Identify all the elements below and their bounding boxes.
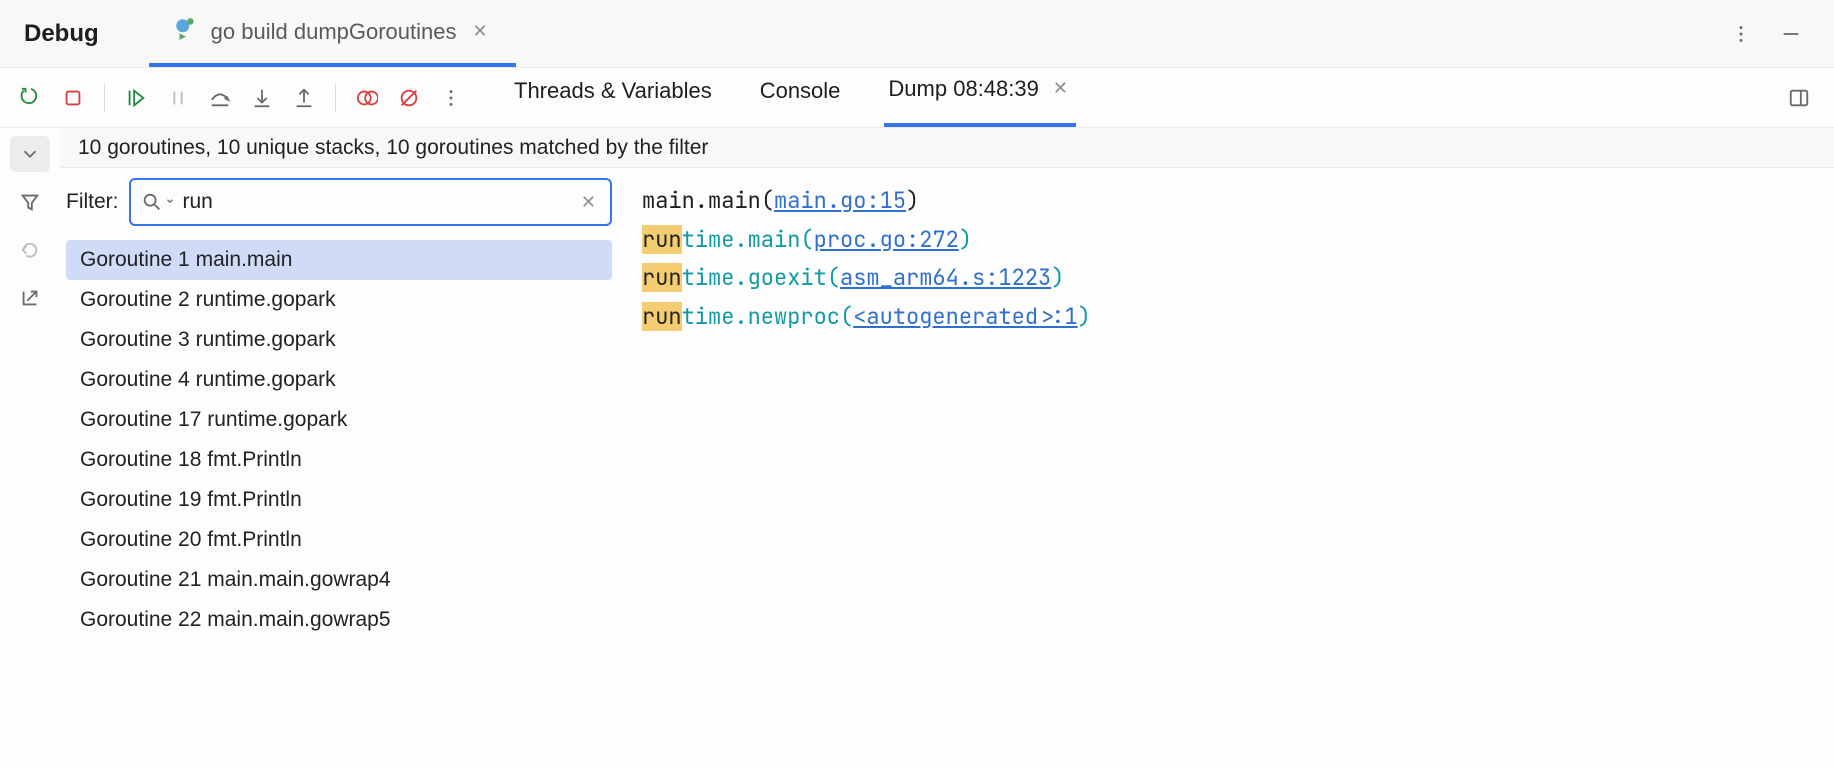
tab-console[interactable]: Console bbox=[756, 68, 845, 127]
step-into-icon[interactable] bbox=[251, 87, 273, 109]
close-icon[interactable]: ✕ bbox=[469, 21, 492, 42]
rerun-icon[interactable] bbox=[20, 87, 42, 109]
toolbar-left bbox=[0, 84, 462, 112]
step-over-icon[interactable] bbox=[209, 87, 231, 109]
goroutine-item[interactable]: Goroutine 17 runtime.gopark bbox=[66, 400, 612, 440]
stack-frame: main.main(main.go:15) bbox=[642, 182, 1814, 221]
view-breakpoints-icon[interactable] bbox=[356, 87, 378, 109]
panes: Filter: ✕ Goroutine 1 main.main bbox=[60, 168, 1834, 768]
goroutine-item[interactable]: Goroutine 19 fmt.Println bbox=[66, 480, 612, 520]
step-out-icon[interactable] bbox=[293, 87, 315, 109]
stack-fn: time.goexit bbox=[682, 263, 827, 292]
more-actions-icon[interactable] bbox=[440, 87, 462, 109]
goroutine-item[interactable]: Goroutine 4 runtime.gopark bbox=[66, 360, 612, 400]
source-link[interactable]: main.go:15 bbox=[774, 186, 906, 215]
run-config-tab[interactable]: go build dumpGoroutines ✕ bbox=[149, 0, 516, 67]
stop-icon[interactable] bbox=[62, 87, 84, 109]
minimize-icon[interactable] bbox=[1780, 23, 1802, 45]
separator bbox=[104, 84, 105, 112]
resume-icon[interactable] bbox=[125, 87, 147, 109]
stack-frame: runtime.main(proc.go:272) bbox=[642, 221, 1814, 260]
layout-icon[interactable] bbox=[1788, 87, 1810, 109]
goroutine-item[interactable]: Goroutine 18 fmt.Println bbox=[66, 440, 612, 480]
goroutine-item[interactable]: Goroutine 1 main.main bbox=[66, 240, 612, 280]
stack-fn: time.main bbox=[682, 225, 801, 254]
stack-frame: runtime.newproc(<autogenerated>:1) bbox=[642, 298, 1814, 337]
main-area: 10 goroutines, 10 unique stacks, 10 goro… bbox=[60, 128, 1834, 768]
clear-filter-icon[interactable]: ✕ bbox=[577, 192, 600, 213]
source-link[interactable]: asm_arm64.s:1223 bbox=[840, 263, 1051, 292]
match-highlight: run bbox=[642, 263, 682, 292]
goroutine-item[interactable]: Goroutine 3 runtime.gopark bbox=[66, 320, 612, 360]
tab-dump-label: Dump 08:48:39 bbox=[888, 76, 1038, 102]
source-link[interactable]: <autogenerated>:1 bbox=[853, 302, 1077, 331]
panel-title: Debug bbox=[24, 20, 99, 48]
go-run-icon bbox=[173, 16, 199, 47]
pause-icon[interactable] bbox=[167, 87, 189, 109]
match-highlight: run bbox=[642, 302, 682, 331]
run-config-label: go build dumpGoroutines bbox=[211, 19, 457, 45]
search-options-chevron-icon[interactable] bbox=[165, 193, 175, 211]
top-right-controls bbox=[1730, 23, 1834, 45]
content-tabs: Threads & Variables Console Dump 08:48:3… bbox=[510, 68, 1076, 127]
match-highlight: run bbox=[642, 225, 682, 254]
search-icon[interactable] bbox=[141, 191, 163, 213]
stack-fn: time.newproc bbox=[682, 302, 840, 331]
tab-threads-variables[interactable]: Threads & Variables bbox=[510, 68, 716, 127]
filter-icon[interactable] bbox=[10, 184, 50, 220]
goroutine-item[interactable]: Goroutine 2 runtime.gopark bbox=[66, 280, 612, 320]
filter-label: Filter: bbox=[66, 190, 119, 214]
export-icon[interactable] bbox=[10, 280, 50, 316]
stack-frame: runtime.goexit(asm_arm64.s:1223) bbox=[642, 259, 1814, 298]
stack-fn: main.main bbox=[642, 186, 761, 215]
source-link[interactable]: proc.go:272 bbox=[814, 225, 959, 254]
mute-breakpoints-icon[interactable] bbox=[398, 87, 420, 109]
filter-box[interactable]: ✕ bbox=[129, 178, 613, 226]
close-icon[interactable]: ✕ bbox=[1049, 78, 1072, 99]
undo-icon[interactable] bbox=[10, 232, 50, 268]
filter-row: Filter: ✕ bbox=[66, 178, 612, 226]
goroutine-item[interactable]: Goroutine 20 fmt.Println bbox=[66, 520, 612, 560]
goroutine-item[interactable]: Goroutine 21 main.main.gowrap4 bbox=[66, 560, 612, 600]
stack-pane: main.main(main.go:15) runtime.main(proc.… bbox=[622, 168, 1834, 768]
goroutine-list: Goroutine 1 main.main Goroutine 2 runtim… bbox=[66, 240, 612, 640]
top-row: Debug go build dumpGoroutines ✕ bbox=[0, 0, 1834, 68]
status-bar: 10 goroutines, 10 unique stacks, 10 goro… bbox=[60, 128, 1834, 168]
body-area: 10 goroutines, 10 unique stacks, 10 goro… bbox=[0, 128, 1834, 768]
separator bbox=[335, 84, 336, 112]
goroutine-pane: Filter: ✕ Goroutine 1 main.main bbox=[60, 168, 622, 768]
goroutine-item[interactable]: Goroutine 22 main.main.gowrap5 bbox=[66, 600, 612, 640]
collapse-icon[interactable] bbox=[10, 136, 50, 172]
debug-toolbar: Threads & Variables Console Dump 08:48:3… bbox=[0, 68, 1834, 128]
toolbar-right bbox=[1788, 87, 1834, 109]
filter-input[interactable] bbox=[183, 190, 569, 214]
more-icon[interactable] bbox=[1730, 23, 1752, 45]
tab-dump[interactable]: Dump 08:48:39 ✕ bbox=[884, 68, 1076, 127]
left-gutter bbox=[0, 128, 60, 768]
